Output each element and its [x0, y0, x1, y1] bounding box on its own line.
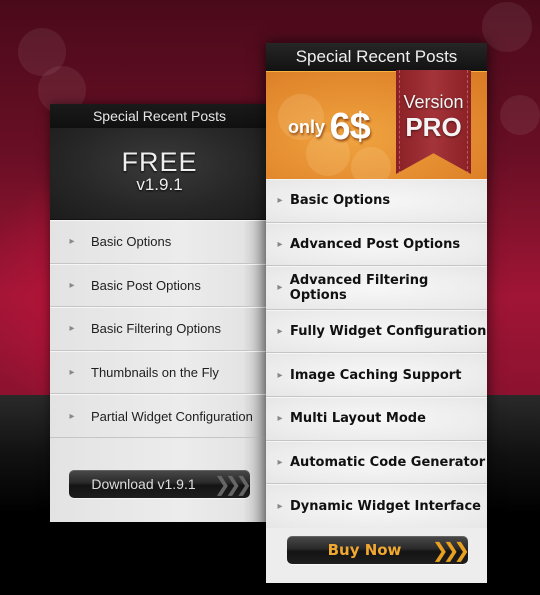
feature-label: Fully Widget Configuration — [290, 324, 487, 340]
feature-label: Partial Widget Configuration — [91, 408, 253, 424]
pro-feature-item: ▸ Image Caching Support — [266, 353, 487, 397]
feature-label: Basic Options — [91, 234, 172, 250]
pro-feature-item: ▸ Advanced Post Options — [266, 222, 487, 267]
bullet-arrow-icon: ▸ — [277, 282, 283, 294]
price-amount: 6$ — [329, 106, 370, 148]
download-button[interactable]: Download v1.9.1 ❯❯❯ — [69, 469, 252, 498]
free-panel-hero: FREE v1.9.1 — [50, 128, 269, 220]
bullet-arrow-icon: ▸ — [69, 279, 75, 291]
pro-panel-hero: only 6$ Version PRO — [266, 70, 487, 187]
pro-feature-item: ▸ Automatic Code Generator — [266, 440, 487, 485]
buy-now-button-label: Buy Now — [327, 540, 402, 559]
free-edition-label: FREE — [121, 147, 198, 177]
pro-feature-item: ▸ Basic Options — [266, 179, 487, 223]
buy-now-button[interactable]: Buy Now ❯❯❯ — [287, 535, 470, 564]
feature-label: Basic Post Options — [91, 277, 201, 293]
bullet-arrow-icon: ▸ — [277, 369, 283, 381]
ribbon-version-label: Version — [403, 92, 464, 112]
bokeh-circle — [482, 2, 532, 52]
free-panel-footer: Download v1.9.1 ❯❯❯ — [50, 437, 269, 522]
download-button-label: Download v1.9.1 — [91, 475, 196, 492]
price-prefix: only — [288, 117, 326, 137]
bullet-arrow-icon: ▸ — [277, 326, 283, 338]
free-feature-item: ▸ Basic Filtering Options — [50, 307, 269, 351]
bullet-arrow-icon: ▸ — [277, 238, 283, 250]
free-feature-item: ▸ Basic Post Options — [50, 263, 269, 308]
pro-feature-item: ▸ Advanced Filtering Options — [266, 266, 487, 310]
bullet-arrow-icon: ▸ — [277, 456, 283, 468]
feature-label: Basic Filtering Options — [91, 321, 222, 337]
ribbon-pro-label: PRO — [405, 112, 462, 142]
free-feature-item: ▸ Partial Widget Configuration — [50, 394, 269, 438]
pro-panel-title: Special Recent Posts — [266, 43, 487, 71]
bullet-arrow-icon: ▸ — [69, 410, 75, 422]
pro-feature-list: ▸ Basic Options ▸ Advanced Post Options … — [266, 179, 487, 528]
pro-feature-item: ▸ Dynamic Widget Interface — [266, 484, 487, 528]
free-feature-list: ▸ Basic Options ▸ Basic Post Options ▸ B… — [50, 220, 269, 438]
bullet-arrow-icon: ▸ — [69, 236, 75, 248]
price-tag: only 6$ — [288, 106, 371, 149]
feature-label: Image Caching Support — [290, 367, 462, 383]
free-version-label: v1.9.1 — [136, 175, 183, 194]
pro-feature-item: ▸ Multi Layout Mode — [266, 396, 487, 441]
free-feature-item: ▸ Thumbnails on the Fly — [50, 350, 269, 395]
free-plan-panel: Special Recent Posts FREE v1.9.1 ▸ Basic… — [50, 104, 269, 522]
bullet-arrow-icon: ▸ — [69, 323, 75, 335]
bullet-arrow-icon: ▸ — [277, 500, 283, 512]
pro-feature-item: ▸ Fully Widget Configuration — [266, 309, 487, 354]
bullet-arrow-icon: ▸ — [277, 195, 283, 207]
feature-label: Basic Options — [290, 193, 391, 209]
free-feature-item: ▸ Basic Options — [50, 220, 269, 264]
pro-plan-panel: Special Recent Posts only 6$ Version PRO… — [266, 43, 487, 583]
feature-label: Advanced Filtering Options — [289, 272, 429, 303]
feature-label: Thumbnails on the Fly — [91, 365, 219, 381]
bullet-arrow-icon: ▸ — [277, 413, 283, 425]
feature-label: Automatic Code Generator — [290, 454, 486, 470]
pro-panel-footer: Buy Now ❯❯❯ — [266, 528, 487, 586]
triple-chevron-right-icon: ❯❯❯ — [213, 471, 252, 496]
bokeh-circle — [500, 95, 540, 135]
feature-label: Advanced Post Options — [290, 236, 461, 252]
feature-label: Multi Layout Mode — [290, 411, 426, 427]
version-pro-ribbon: Version PRO — [396, 70, 471, 174]
feature-label: Dynamic Widget Interface — [290, 498, 481, 514]
free-panel-title: Special Recent Posts — [50, 104, 269, 128]
bullet-arrow-icon: ▸ — [69, 367, 75, 379]
triple-chevron-right-icon: ❯❯❯ — [431, 537, 470, 562]
